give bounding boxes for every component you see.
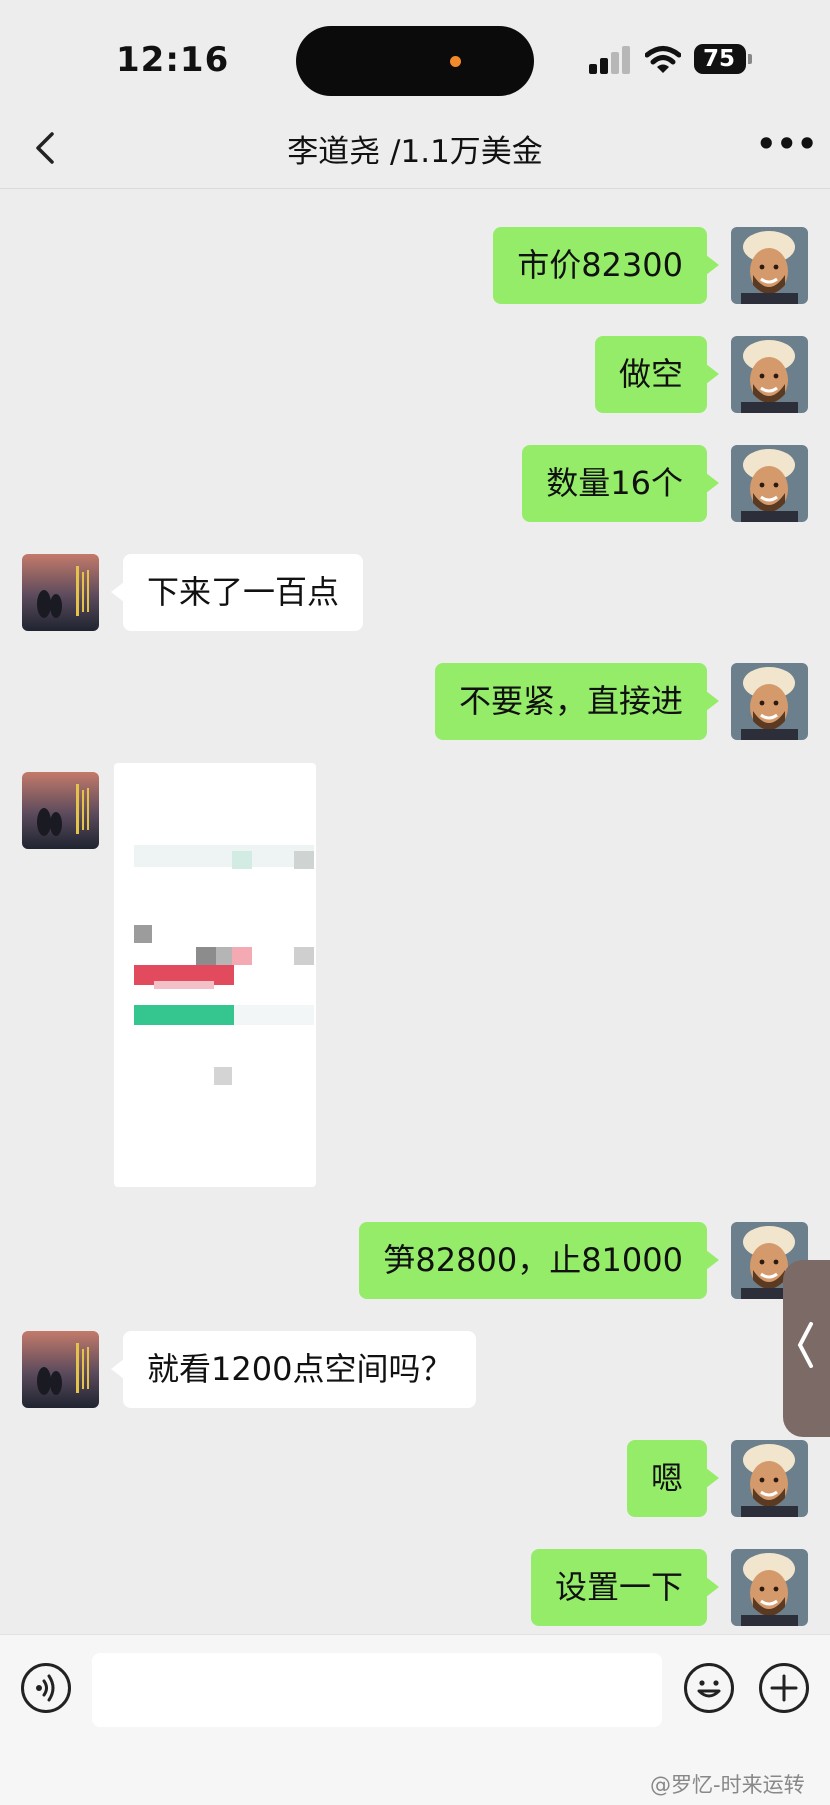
chevron-left-icon [797,1322,813,1368]
more-icon[interactable]: ••• [756,128,817,170]
avatar-contact[interactable] [22,772,99,849]
message-bubble-outgoing[interactable]: 设置一下 [530,1549,720,1626]
message-bubble-incoming[interactable]: 下来了一百点 [110,554,364,631]
message-bubble-outgoing[interactable]: 市价82300 [493,227,719,304]
message-bubble-outgoing[interactable]: 笋82800，止81000 [359,1222,719,1299]
side-floating-handle[interactable] [783,1260,830,1437]
message-input[interactable] [92,1653,662,1727]
wifi-icon [645,46,681,73]
chat-title: 李道尧 /1.1万美金 [287,134,543,170]
message-bubble-outgoing[interactable]: 做空 [594,336,720,413]
avatar-contact[interactable] [22,554,99,631]
battery-indicator: 75 [694,44,752,74]
avatar-self[interactable] [731,445,808,522]
message-list[interactable]: 市价82300 做空 数量16个 下来了一百点 不要紧，直接进 笋82800，止… [0,189,830,1634]
message-bubble-outgoing[interactable]: 数量16个 [522,445,719,522]
avatar-self[interactable] [731,663,808,740]
avatar-self[interactable] [731,227,808,304]
plus-icon[interactable] [759,1663,809,1713]
emoji-icon[interactable] [684,1663,734,1713]
voice-icon[interactable] [21,1663,71,1713]
message-bubble-incoming[interactable]: 就看1200点空间吗？ [110,1331,477,1408]
message-bubble-outgoing[interactable]: 嗯 [626,1440,720,1517]
dynamic-island [296,26,534,96]
status-bar: 12:16 75 [0,0,830,110]
avatar-self[interactable] [731,1440,808,1517]
avatar-self[interactable] [731,1549,808,1626]
image-message[interactable] [114,763,316,1187]
status-time: 12:16 [116,40,230,80]
recording-dot-icon [450,56,461,67]
avatar-contact[interactable] [22,1331,99,1408]
chat-header: 李道尧 /1.1万美金 ••• [0,110,830,189]
message-bubble-outgoing[interactable]: 不要紧，直接进 [434,663,720,740]
avatar-self[interactable] [731,336,808,413]
watermark: @罗忆-时来运转 [650,1773,805,1797]
cellular-signal-icon [589,46,631,74]
